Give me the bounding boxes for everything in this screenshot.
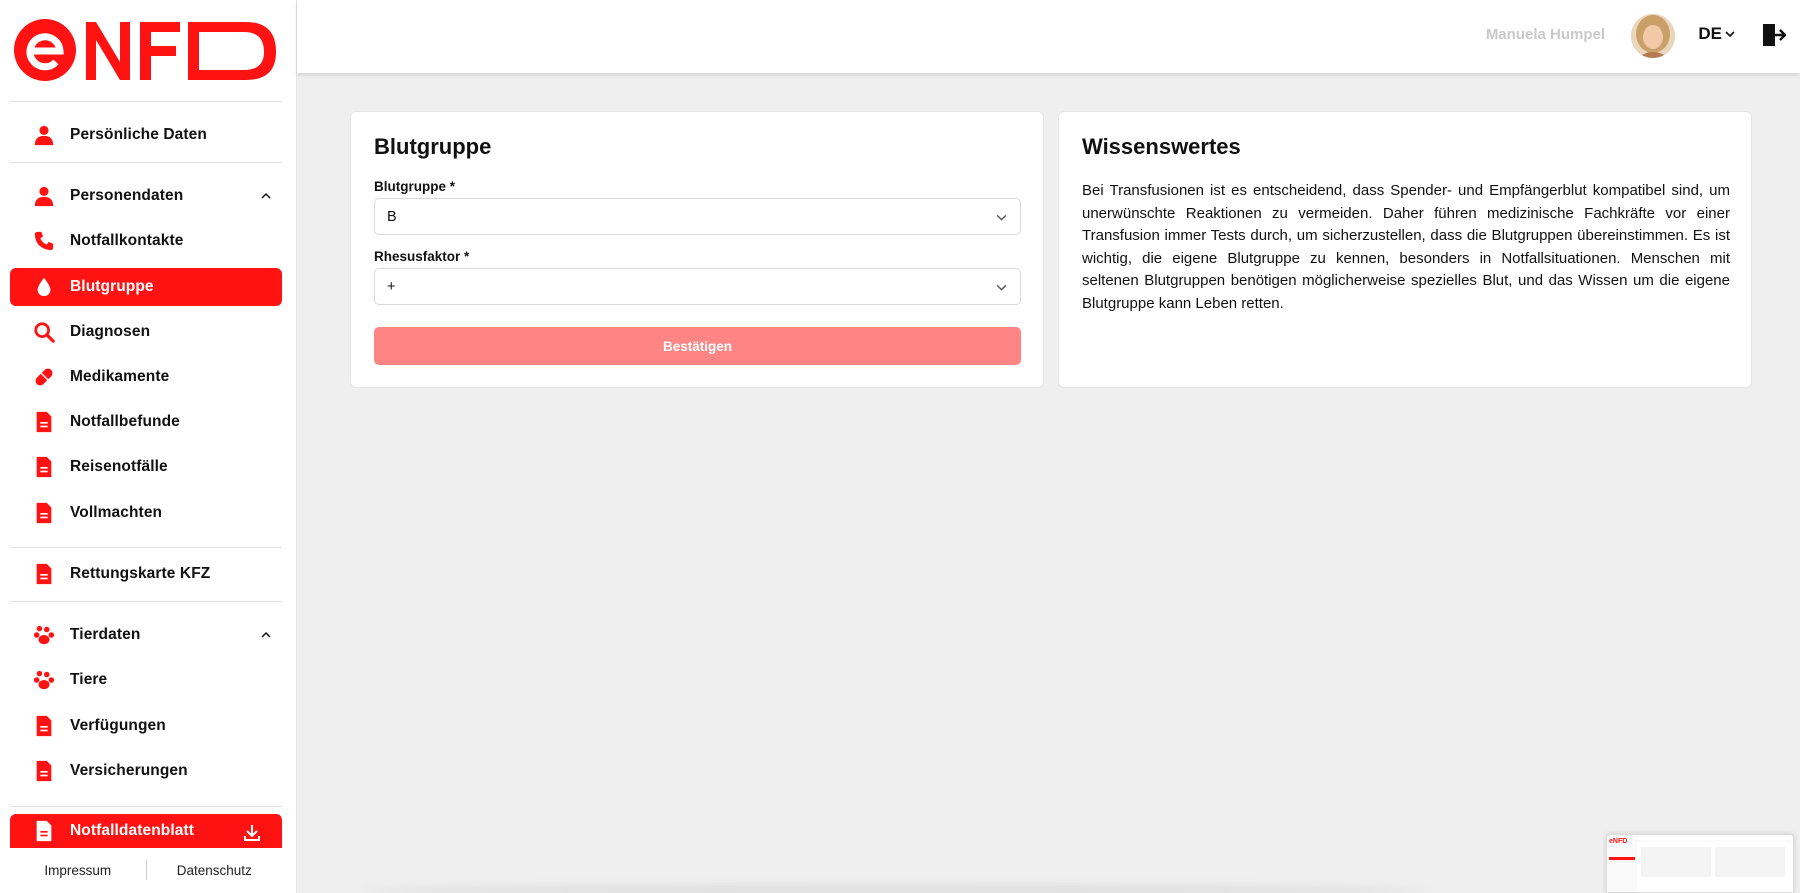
paw-icon [32,623,56,647]
sidebar-item-verfuegungen[interactable]: Verfügungen [10,707,282,745]
document-icon [32,819,56,843]
sidebar-item-medikamente[interactable]: Medikamente [10,358,282,396]
document-icon [32,714,56,738]
sidebar-item-label: Tierdaten [70,626,141,643]
sidebar-item-notfalldatenblatt[interactable]: Notfalldatenblatt [10,814,282,848]
sidebar-item-notfallkontakte[interactable]: Notfallkontakte [10,222,282,260]
sidebar-item-vollmachten[interactable]: Vollmachten [10,494,282,532]
sidebar-item-label: Notfalldatenblatt [70,822,194,839]
sidebar-item-label: Versicherungen [70,762,188,779]
chevron-up-icon[interactable] [258,627,274,643]
sidebar-item-label: Notfallkontakte [70,232,184,249]
divider [10,101,282,102]
blood-group-label: Blutgruppe * [374,179,455,194]
svg-text:eNFD: eNFD [1609,838,1627,845]
screenshot-thumbnail[interactable]: eNFD [1606,834,1794,893]
document-icon [32,410,56,434]
rhesus-label: Rhesusfaktor * [374,249,470,264]
sidebar-item-label: Persönliche Daten [70,126,207,143]
logout-icon[interactable] [1760,22,1786,48]
divider [10,806,282,807]
rhesus-value: + [387,278,396,295]
sidebar-item-notfallbefunde[interactable]: Notfallbefunde [10,403,282,441]
language-selector[interactable]: DE [1698,24,1736,44]
pill-icon [32,365,56,389]
chevron-down-icon [1725,31,1735,38]
download-icon[interactable] [242,823,262,843]
sidebar-item-label: Verfügungen [70,717,166,734]
sidebar-item-label: Diagnosen [70,323,151,340]
card-title: Wissenswertes [1082,134,1241,159]
drop-icon [32,275,56,299]
phone-icon [32,229,56,253]
top-header: Manuela Humpel DE [297,0,1800,73]
datenschutz-link[interactable]: Datenschutz [147,863,283,878]
document-icon [32,501,56,525]
divider [10,601,282,602]
sidebar-item-label: Personendaten [70,187,184,204]
card-title: Blutgruppe [374,134,492,159]
sidebar-item-persoenliche-daten[interactable]: Persönliche Daten [10,116,282,154]
sidebar-item-label: Vollmachten [70,504,163,521]
person-icon [32,123,56,147]
confirm-button[interactable]: Bestätigen [374,327,1021,365]
enfd-logo[interactable] [14,18,276,82]
blood-group-card: Blutgruppe Blutgruppe * B Rhesusfaktor *… [350,111,1044,388]
search-icon [32,320,56,344]
document-icon [32,562,56,586]
person-icon [32,184,56,208]
document-icon [32,759,56,783]
bottom-shadow [360,884,1430,893]
sidebar-item-blutgruppe[interactable]: Blutgruppe [10,268,282,306]
paw-icon [32,668,56,692]
sidebar-item-label: Blutgruppe [70,278,154,295]
sidebar-footer: Impressum Datenschutz [10,855,282,885]
language-label: DE [1698,24,1722,43]
sidebar: Persönliche Daten Personendaten Notfallk… [0,0,297,893]
sidebar-item-label: Rettungskarte KFZ [70,565,211,582]
info-text: Bei Transfusionen ist es entscheidend, d… [1082,182,1730,312]
sidebar-item-reisenotfaelle[interactable]: Reisenotfälle [10,448,282,486]
sidebar-item-rettungskarte-kfz[interactable]: Rettungskarte KFZ [10,555,282,593]
blood-group-value: B [387,208,397,225]
chevron-down-icon [996,284,1007,291]
chevron-up-icon[interactable] [258,188,274,204]
sidebar-item-label: Medikamente [70,368,170,385]
divider [10,547,282,548]
avatar[interactable] [1631,14,1675,58]
sidebar-item-diagnosen[interactable]: Diagnosen [10,313,282,351]
sidebar-item-label: Reisenotfälle [70,458,168,475]
blood-group-select[interactable]: B [374,198,1021,235]
rhesus-select[interactable]: + [374,268,1021,305]
info-card: Wissenswertes Bei Transfusionen ist es e… [1058,111,1752,388]
sidebar-item-tiere[interactable]: Tiere [10,661,282,699]
user-name: Manuela Humpel [1485,26,1605,43]
sidebar-item-personendaten[interactable]: Personendaten [10,177,282,215]
impressum-link[interactable]: Impressum [10,863,146,878]
sidebar-item-versicherungen[interactable]: Versicherungen [10,752,282,790]
sidebar-item-tierdaten[interactable]: Tierdaten [10,616,282,654]
chevron-down-icon [996,214,1007,221]
sidebar-item-label: Tiere [70,671,108,688]
sidebar-item-label: Notfallbefunde [70,413,180,430]
document-icon [32,455,56,479]
divider [10,162,282,163]
